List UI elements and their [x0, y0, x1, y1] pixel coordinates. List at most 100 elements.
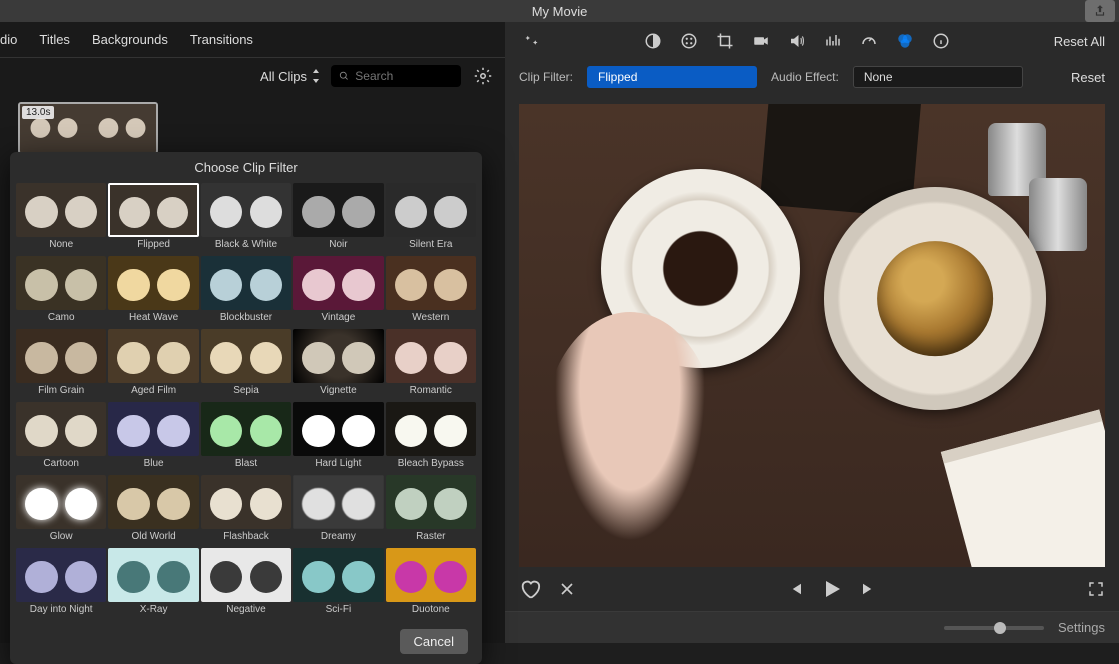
- filter-name: Camo: [16, 310, 106, 327]
- filter-option-camo[interactable]: Camo: [16, 256, 106, 327]
- camera-icon: [752, 32, 770, 50]
- search-input[interactable]: [355, 69, 453, 83]
- filter-option-heat-wave[interactable]: Heat Wave: [108, 256, 198, 327]
- filter-name: Flipped: [108, 237, 198, 254]
- inspector-toolbar: Reset All: [505, 22, 1119, 60]
- filter-option-vintage[interactable]: Vintage: [293, 256, 383, 327]
- filter-name: Film Grain: [16, 383, 106, 400]
- zoom-slider[interactable]: [944, 626, 1044, 630]
- filter-option-flashback[interactable]: Flashback: [201, 475, 291, 546]
- filter-option-raster[interactable]: Raster: [386, 475, 476, 546]
- search-icon: [339, 70, 349, 82]
- filter-option-negative[interactable]: Negative: [201, 548, 291, 619]
- filter-grid: NoneFlippedBlack & WhiteNoirSilent Era Ca…: [10, 183, 482, 619]
- filter-option-x-ray[interactable]: X-Ray: [108, 548, 198, 619]
- filter-option-western[interactable]: Western: [386, 256, 476, 327]
- browser-tabs: dio Titles Backgrounds Transitions: [0, 22, 505, 58]
- preview-content: [519, 104, 1105, 567]
- cancel-button[interactable]: Cancel: [400, 629, 468, 654]
- play-button[interactable]: [820, 577, 844, 601]
- playback-controls: [505, 567, 1119, 611]
- filter-bar: Clip Filter: Flipped Audio Effect: None …: [505, 60, 1119, 94]
- window-title: My Movie: [532, 4, 588, 19]
- filter-option-bleach-bypass[interactable]: Bleach Bypass: [386, 402, 476, 473]
- filter-name: Negative: [201, 602, 291, 619]
- gear-icon: [474, 67, 492, 85]
- filter-option-sepia[interactable]: Sepia: [201, 329, 291, 400]
- filter-name: Noir: [293, 237, 383, 254]
- filter-option-day-into-night[interactable]: Day into Night: [16, 548, 106, 619]
- all-clips-label: All Clips: [260, 69, 307, 84]
- filter-name: Sci-Fi: [293, 602, 383, 619]
- speedometer-icon: [860, 32, 878, 50]
- reset-button[interactable]: Reset: [1071, 70, 1105, 85]
- filter-option-none[interactable]: None: [16, 183, 106, 254]
- crop-icon: [716, 32, 734, 50]
- preview-viewer[interactable]: [519, 104, 1105, 567]
- prev-button[interactable]: [786, 580, 804, 598]
- speed-button[interactable]: [858, 30, 880, 52]
- filter-option-dreamy[interactable]: Dreamy: [293, 475, 383, 546]
- all-clips-dropdown[interactable]: All Clips: [260, 69, 321, 84]
- reset-all-button[interactable]: Reset All: [1054, 34, 1105, 49]
- color-correction-button[interactable]: [678, 30, 700, 52]
- clip-thumbnail[interactable]: 13.0s: [18, 102, 158, 154]
- filter-option-blockbuster[interactable]: Blockbuster: [201, 256, 291, 327]
- enhance-button[interactable]: [519, 30, 541, 52]
- filter-name: Aged Film: [108, 383, 198, 400]
- clip-filter-label: Clip Filter:: [519, 70, 573, 84]
- volume-button[interactable]: [786, 30, 808, 52]
- tab-transitions[interactable]: Transitions: [190, 32, 253, 47]
- filter-name: Dreamy: [293, 529, 383, 546]
- updown-icon: [311, 69, 321, 83]
- filter-name: Black & White: [201, 237, 291, 254]
- filter-option-cartoon[interactable]: Cartoon: [16, 402, 106, 473]
- color-balance-button[interactable]: [642, 30, 664, 52]
- filter-option-aged-film[interactable]: Aged Film: [108, 329, 198, 400]
- contrast-icon: [644, 32, 662, 50]
- filter-option-duotone[interactable]: Duotone: [386, 548, 476, 619]
- filter-option-sci-fi[interactable]: Sci-Fi: [293, 548, 383, 619]
- crop-button[interactable]: [714, 30, 736, 52]
- filter-option-blast[interactable]: Blast: [201, 402, 291, 473]
- filter-name: X-Ray: [108, 602, 198, 619]
- next-button[interactable]: [860, 580, 878, 598]
- palette-icon: [680, 32, 698, 50]
- filter-option-silent-era[interactable]: Silent Era: [386, 183, 476, 254]
- equalizer-icon: [824, 32, 842, 50]
- filter-option-film-grain[interactable]: Film Grain: [16, 329, 106, 400]
- settings-button[interactable]: Settings: [1058, 620, 1105, 635]
- clip-filter-button[interactable]: [894, 30, 916, 52]
- filter-option-vignette[interactable]: Vignette: [293, 329, 383, 400]
- info-button[interactable]: [930, 30, 952, 52]
- filter-option-blue[interactable]: Blue: [108, 402, 198, 473]
- share-button[interactable]: [1085, 0, 1115, 22]
- audio-effect-selector[interactable]: None: [853, 66, 1023, 88]
- options-button[interactable]: [471, 64, 495, 88]
- filter-option-noir[interactable]: Noir: [293, 183, 383, 254]
- tab-titles[interactable]: Titles: [39, 32, 70, 47]
- reject-button[interactable]: [557, 579, 577, 599]
- tab-audio[interactable]: dio: [0, 32, 17, 47]
- clip-filter-selector[interactable]: Flipped: [587, 66, 757, 88]
- filter-option-flipped[interactable]: Flipped: [108, 183, 198, 254]
- filter-name: Hard Light: [293, 456, 383, 473]
- filter-name: Silent Era: [386, 237, 476, 254]
- choose-clip-filter-modal: Choose Clip Filter NoneFlippedBlack & Wh…: [10, 152, 482, 664]
- tab-backgrounds[interactable]: Backgrounds: [92, 32, 168, 47]
- filter-icon: [896, 32, 914, 50]
- filter-option-romantic[interactable]: Romantic: [386, 329, 476, 400]
- filter-option-hard-light[interactable]: Hard Light: [293, 402, 383, 473]
- favorite-button[interactable]: [519, 578, 541, 600]
- filter-option-glow[interactable]: Glow: [16, 475, 106, 546]
- search-box[interactable]: [331, 65, 461, 87]
- filter-option-old-world[interactable]: Old World: [108, 475, 198, 546]
- stabilization-button[interactable]: [750, 30, 772, 52]
- filter-name: Vintage: [293, 310, 383, 327]
- volume-icon: [788, 32, 806, 50]
- fullscreen-button[interactable]: [1087, 580, 1105, 598]
- filter-name: Duotone: [386, 602, 476, 619]
- filter-option-black-white[interactable]: Black & White: [201, 183, 291, 254]
- clip-duration: 13.0s: [22, 106, 54, 119]
- noise-reduction-button[interactable]: [822, 30, 844, 52]
